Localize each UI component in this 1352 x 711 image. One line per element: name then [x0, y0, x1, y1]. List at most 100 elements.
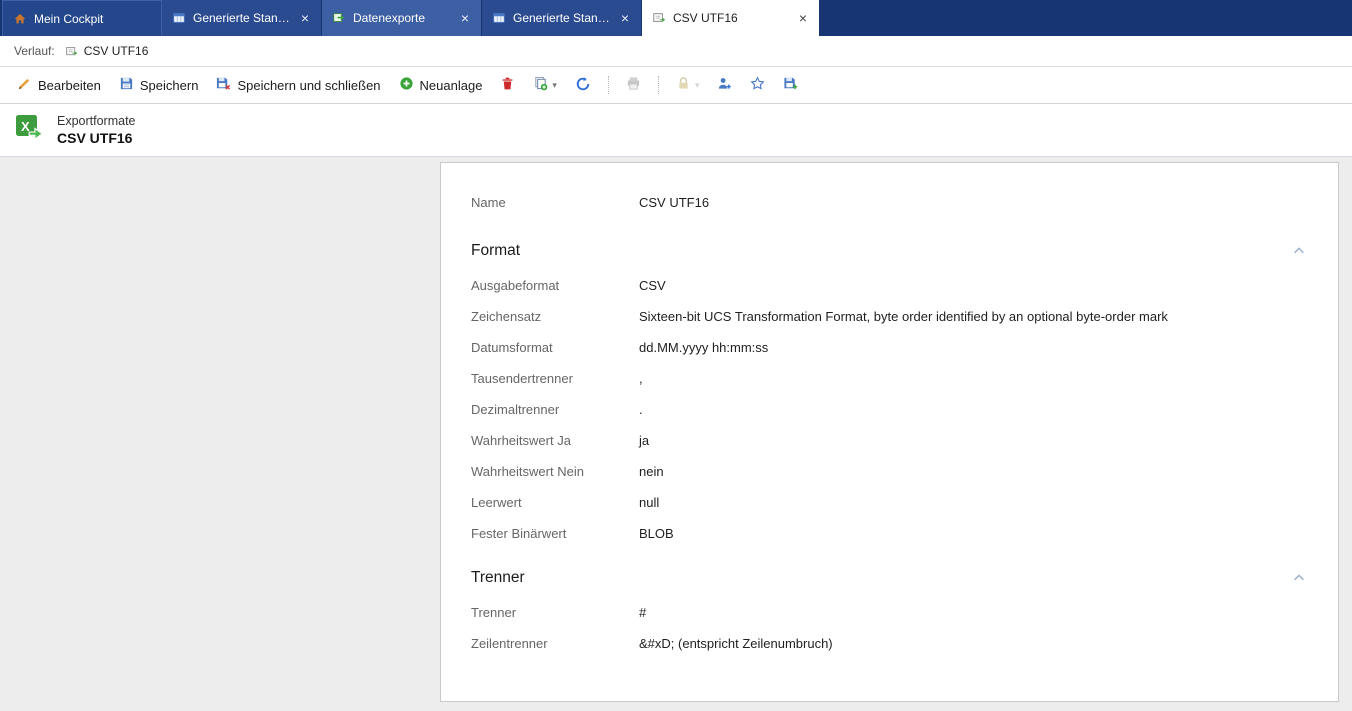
speichern-button[interactable]: Speichern [112, 72, 206, 98]
section-header-trenner: Trenner [471, 569, 1308, 587]
copy-icon [533, 76, 548, 94]
tab-label: Generierte Standar... [193, 11, 292, 25]
tab-bar: Mein Cockpit Generierte Standar... × Dat… [0, 0, 1352, 36]
delete-button[interactable] [493, 72, 522, 98]
tab-label: Mein Cockpit [34, 11, 104, 26]
user-plus-icon [717, 76, 732, 94]
csv-icon [65, 45, 78, 58]
form-row-zeilentrenner: Zeilentrenner &#xD; (entspricht Zeilenum… [471, 628, 1308, 659]
print-button[interactable] [619, 72, 648, 98]
chevron-down-icon: ▾ [694, 79, 700, 90]
field-label: Trenner [471, 605, 517, 620]
field-label: Wahrheitswert Nein [471, 464, 584, 479]
history-item-label: CSV UTF16 [83, 44, 149, 58]
page-header: X Exportformate CSV UTF16 [0, 104, 1352, 157]
form-row-zeichensatz: Zeichensatz Sixteen-bit UCS Transformati… [471, 301, 1308, 332]
field-value: CSV UTF16 [639, 195, 710, 210]
close-icon[interactable]: × [459, 11, 471, 25]
chevron-down-icon: ▾ [552, 79, 557, 90]
bearbeiten-button[interactable]: Bearbeiten [10, 72, 108, 98]
close-icon[interactable]: × [619, 11, 631, 25]
plus-circle-icon [399, 76, 414, 94]
history-label: Verlauf: [14, 44, 55, 58]
module-name: Exportformate [57, 114, 136, 128]
lock-button[interactable]: ▾ [669, 72, 707, 98]
favorite-button[interactable] [743, 72, 772, 98]
field-value: . [639, 402, 643, 417]
form-row-wahrheitswert-ja: Wahrheitswert Ja ja [471, 425, 1308, 456]
copy-button[interactable]: ▾ [526, 72, 564, 98]
tab-csv-utf16[interactable]: CSV UTF16 × [642, 0, 820, 36]
report-icon [492, 11, 506, 25]
field-value: ja [639, 433, 650, 448]
button-label: Speichern [139, 77, 199, 93]
form-row-leerwert: Leerwert null [471, 487, 1308, 518]
tab-generierte-standard-1[interactable]: Generierte Standar... × [162, 0, 322, 36]
field-value: null [639, 495, 660, 510]
refresh-button[interactable] [568, 72, 598, 99]
form-row-tausendertrenner: Tausendertrenner , [471, 363, 1308, 394]
pencil-icon [17, 76, 32, 94]
field-value: nein [639, 464, 664, 479]
content-area: Name CSV UTF16 Format Ausgabeformat CSV … [0, 157, 1352, 711]
form-row-datumsformat: Datumsformat dd.MM.yyyy hh:mm:ss [471, 332, 1308, 363]
tab-label: Generierte Standar... [513, 11, 612, 25]
tab-label: CSV UTF16 [673, 11, 738, 25]
history-bar: Verlauf: CSV UTF16 [0, 36, 1352, 67]
field-label: Tausendertrenner [471, 371, 573, 386]
tab-mein-cockpit[interactable]: Mein Cockpit [2, 0, 162, 36]
history-item-csv-utf16[interactable]: CSV UTF16 [65, 44, 149, 58]
toolbar-separator [607, 76, 609, 94]
form-row-dezimaltrenner: Dezimaltrenner . [471, 394, 1308, 425]
field-label: Zeilentrenner [471, 636, 548, 651]
chevron-up-icon[interactable] [1290, 569, 1308, 587]
detail-form-panel: Name CSV UTF16 Format Ausgabeformat CSV … [440, 162, 1339, 702]
neuanlage-button[interactable]: Neuanlage [392, 72, 490, 98]
field-label: Fester Binärwert [471, 526, 567, 541]
floppy-plus-icon [783, 76, 798, 94]
button-label: Bearbeiten [38, 77, 101, 93]
save-extra-button[interactable] [776, 72, 805, 98]
field-value: CSV [639, 278, 666, 293]
section-title: Format [471, 242, 521, 259]
field-label: Ausgabeformat [471, 278, 560, 293]
toolbar-separator [657, 76, 659, 94]
toolbar: Bearbeiten Speichern Speichern und schli… [0, 67, 1352, 104]
star-icon [750, 76, 766, 94]
tab-label: Datenexporte [353, 11, 426, 25]
floppy-close-icon [216, 76, 231, 94]
home-icon [13, 12, 27, 26]
page-header-text: Exportformate CSV UTF16 [57, 114, 136, 146]
csv-icon [652, 11, 666, 25]
field-label: Dezimaltrenner [471, 402, 560, 417]
field-label: Leerwert [471, 495, 522, 510]
export-icon [332, 11, 346, 25]
page-title: CSV UTF16 [57, 130, 133, 146]
user-add-button[interactable] [710, 72, 739, 98]
form-row-ausgabeformat: Ausgabeformat CSV [471, 270, 1308, 301]
printer-icon [626, 76, 641, 94]
close-icon[interactable]: × [299, 11, 311, 25]
field-value: Sixteen-bit UCS Transformation Format, b… [639, 309, 1168, 324]
field-value: # [639, 605, 647, 620]
field-label: Name [471, 195, 506, 210]
section-header-format: Format [471, 242, 1308, 260]
tab-datenexporte[interactable]: Datenexporte × [322, 0, 482, 36]
button-label: Speichern und schließen [237, 77, 381, 93]
close-icon[interactable]: × [797, 11, 809, 25]
trash-icon [500, 76, 515, 94]
speichern-schliessen-button[interactable]: Speichern und schließen [209, 72, 387, 98]
tab-generierte-standard-2[interactable]: Generierte Standar... × [482, 0, 642, 36]
field-value: , [639, 371, 643, 386]
chevron-up-icon[interactable] [1290, 242, 1308, 260]
report-icon [172, 11, 186, 25]
refresh-icon [575, 76, 591, 95]
exportformat-icon: X [14, 112, 46, 149]
lock-icon [676, 76, 691, 94]
button-label: Neuanlage [419, 77, 483, 93]
form-row-wahrheitswert-nein: Wahrheitswert Nein nein [471, 456, 1308, 487]
field-label: Zeichensatz [471, 309, 542, 324]
field-value: &#xD; (entspricht Zeilenumbruch) [639, 636, 833, 651]
section-title: Trenner [471, 569, 525, 586]
floppy-icon [119, 76, 134, 94]
